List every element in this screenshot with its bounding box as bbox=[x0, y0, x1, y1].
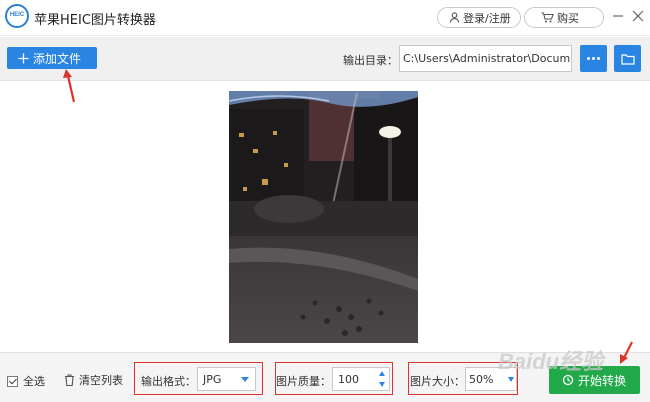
heic-logo-icon: HEIC bbox=[5, 4, 29, 28]
start-convert-button[interactable]: 开始转换 bbox=[549, 366, 640, 394]
buy-label: 购买 bbox=[557, 11, 579, 25]
chevron-down-icon bbox=[241, 377, 249, 382]
minimize-icon[interactable] bbox=[611, 9, 625, 23]
select-all-label: 全选 bbox=[23, 375, 45, 388]
preview-area bbox=[0, 82, 650, 352]
spin-down-icon[interactable] bbox=[379, 382, 385, 387]
buy-button[interactable]: 购买 bbox=[524, 7, 604, 28]
preview-image bbox=[229, 91, 418, 343]
size-label: 图片大小： bbox=[410, 375, 465, 388]
select-all-checkbox[interactable]: 全选 bbox=[7, 373, 45, 389]
app-title: 苹果HEIC图片转换器 bbox=[34, 13, 156, 28]
user-icon bbox=[449, 12, 460, 23]
format-label: 输出格式： bbox=[141, 375, 196, 388]
title-bar: HEIC 苹果HEIC图片转换器 登录/注册 购买 bbox=[0, 0, 650, 36]
annotation-arrow bbox=[620, 341, 633, 364]
format-value: JPG bbox=[203, 373, 222, 386]
folder-icon[interactable] bbox=[614, 45, 641, 72]
cart-icon bbox=[541, 12, 554, 23]
bottom-bar: 全选 清空列表 输出格式： JPG 图片质量： 100 图片大小： 50% 开始… bbox=[0, 352, 650, 402]
refresh-icon bbox=[562, 374, 574, 386]
start-convert-label: 开始转换 bbox=[578, 373, 627, 388]
close-icon[interactable] bbox=[631, 9, 645, 23]
format-select[interactable]: JPG bbox=[197, 367, 256, 391]
logo-text: HEIC bbox=[9, 12, 25, 18]
clear-list-label: 清空列表 bbox=[79, 374, 123, 387]
add-file-button[interactable]: 添加文件 bbox=[7, 47, 97, 69]
output-dir-label: 输出目录： bbox=[343, 54, 398, 67]
login-button[interactable]: 登录/注册 bbox=[437, 7, 521, 28]
chevron-down-icon bbox=[508, 377, 514, 382]
trash-icon bbox=[65, 374, 74, 386]
quality-value: 100 bbox=[338, 373, 359, 386]
clear-list-button[interactable]: 清空列表 bbox=[64, 372, 123, 388]
quality-stepper[interactable]: 100 bbox=[332, 367, 390, 391]
login-label: 登录/注册 bbox=[463, 11, 511, 25]
size-value: 50% bbox=[469, 373, 494, 386]
size-select[interactable]: 50% bbox=[465, 367, 517, 391]
toolbar: 添加文件 输出目录： C:\Users\Administrator\Docume… bbox=[0, 37, 650, 81]
more-icon[interactable] bbox=[580, 45, 607, 72]
output-dir-field[interactable]: C:\Users\Administrator\Documents bbox=[399, 45, 572, 72]
quality-label: 图片质量： bbox=[276, 375, 331, 388]
add-file-label: 添加文件 bbox=[33, 51, 82, 66]
checkbox-checked[interactable] bbox=[7, 375, 18, 387]
annotation-arrow bbox=[63, 69, 76, 103]
plus-icon bbox=[18, 53, 29, 63]
spin-up-icon[interactable] bbox=[379, 371, 385, 376]
